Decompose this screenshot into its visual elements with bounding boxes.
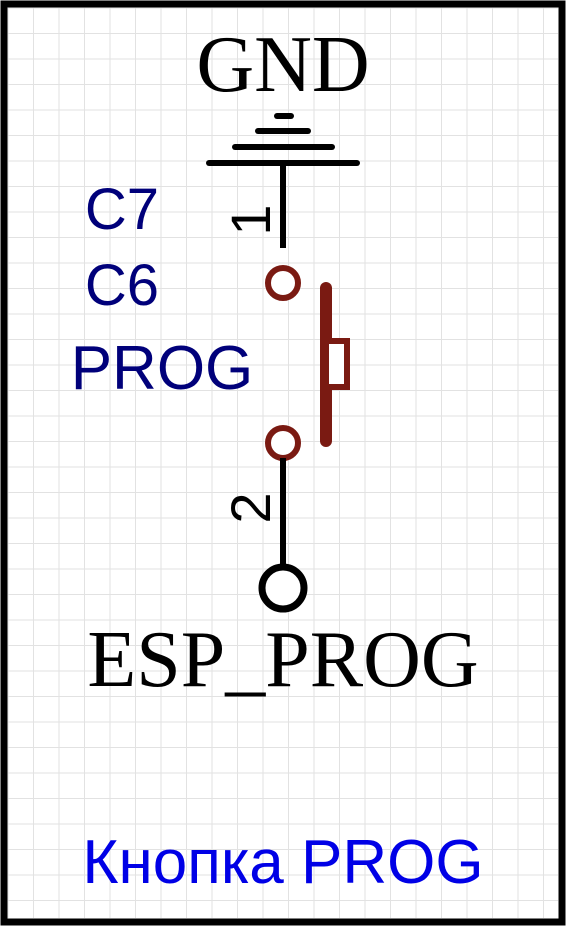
switch-actuator xyxy=(323,338,350,390)
net-port-icon[interactable] xyxy=(258,563,308,613)
designator-c6: C6 xyxy=(85,253,159,318)
net-label-esp-prog: ESP_PROG xyxy=(87,616,478,704)
caption-title: Кнопка PROG xyxy=(82,828,483,897)
pin-number-1: 1 xyxy=(219,204,282,235)
switch-pin-2-icon[interactable] xyxy=(265,425,301,461)
pin-number-2: 2 xyxy=(219,492,282,523)
schematic-canvas: GND 1 C7 C6 PROG 2 ESP_PROG Кнопка PROG xyxy=(0,0,566,926)
designator-prog: PROG xyxy=(71,334,254,403)
net-label-gnd: GND xyxy=(196,21,369,109)
designator-c7: C7 xyxy=(85,177,159,242)
switch-pin-1-icon[interactable] xyxy=(265,265,301,301)
